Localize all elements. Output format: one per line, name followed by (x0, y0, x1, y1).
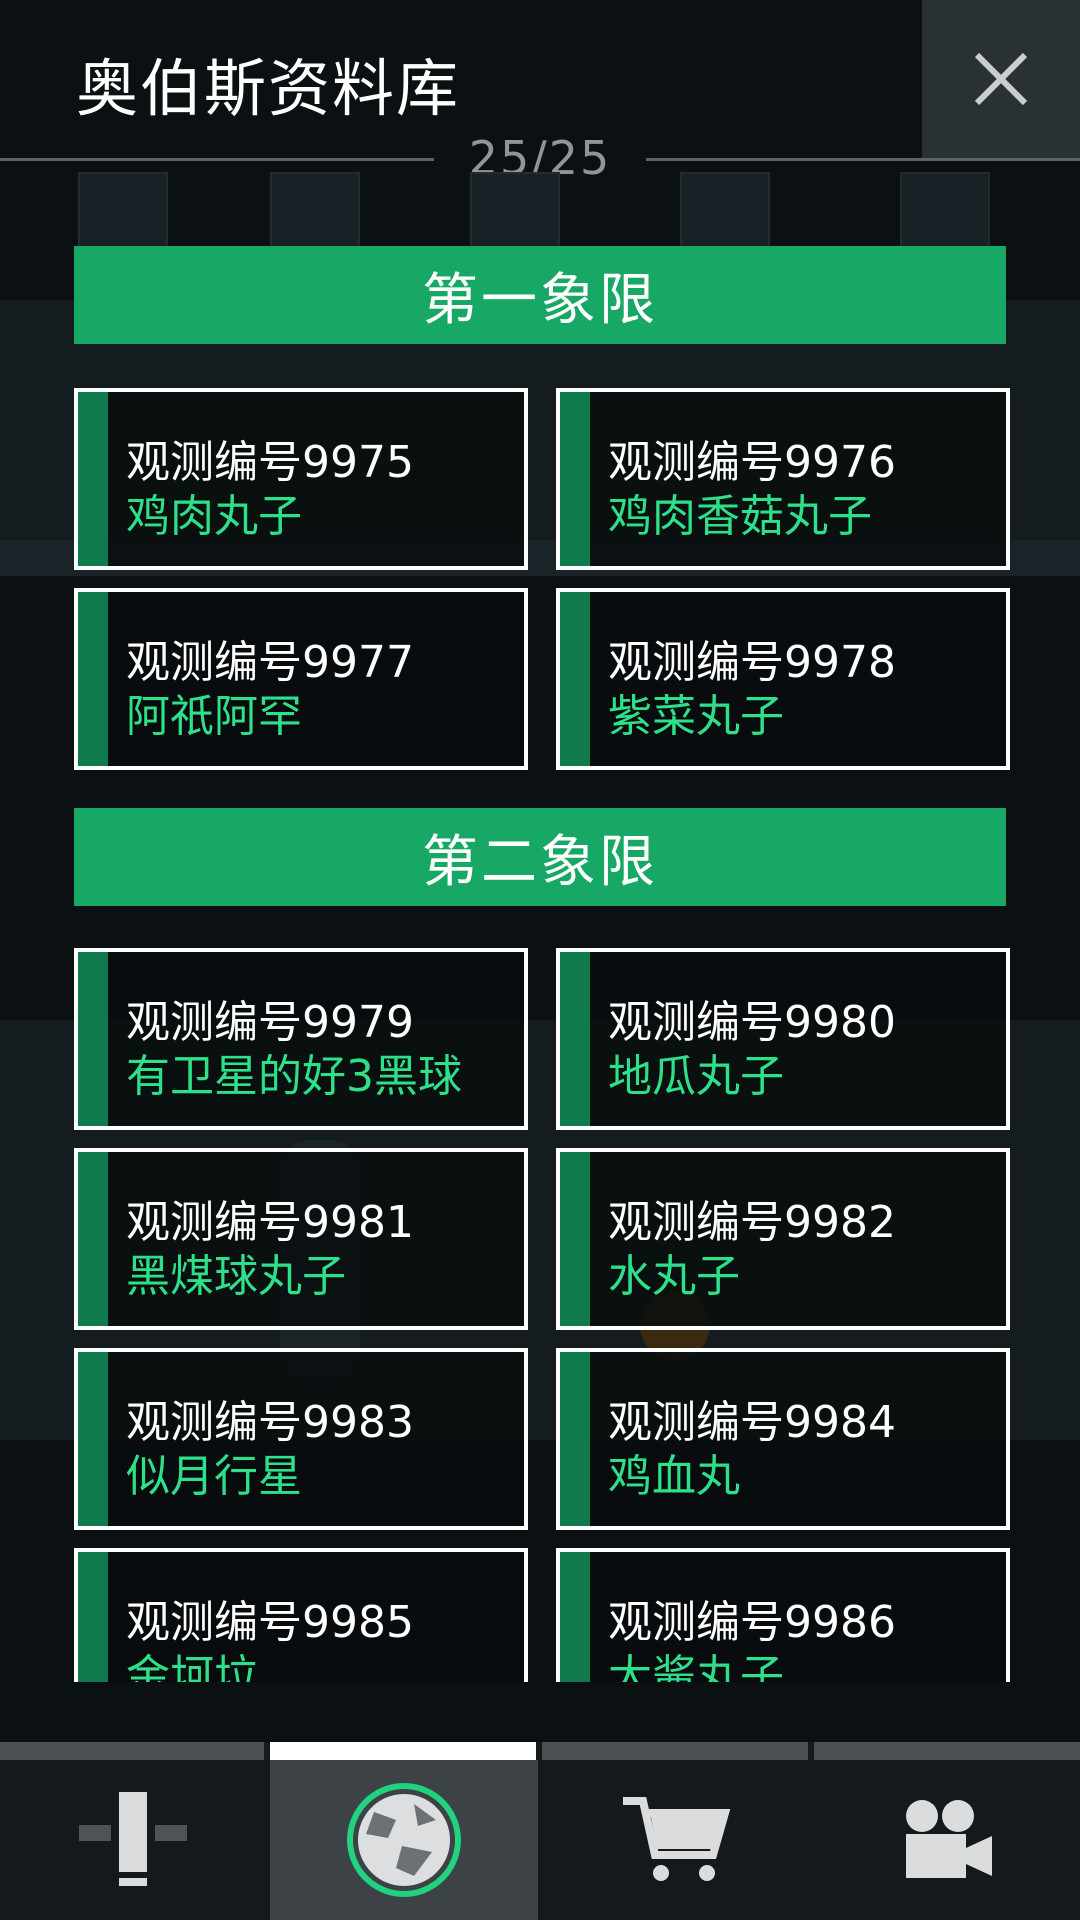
card-accent-bar (560, 1352, 590, 1526)
tab-indicator (542, 1742, 808, 1760)
observation-name: 黑煤球丸子 (126, 1251, 346, 1302)
observation-card[interactable]: 观测编号9983 似月行星 (74, 1348, 528, 1530)
card-accent-bar (78, 1552, 108, 1682)
cart-icon (623, 1797, 731, 1881)
observation-name: 鸡血丸 (608, 1451, 740, 1502)
observation-name: 阿祇阿罕 (126, 691, 302, 742)
tab-telescope[interactable] (0, 1760, 268, 1920)
observation-name: 水丸子 (608, 1251, 740, 1302)
card-accent-bar (78, 592, 108, 766)
section-header-quadrant-2: 第二象限 (74, 808, 1006, 906)
card-accent-bar (560, 392, 590, 566)
page-title: 奥伯斯资料库 (76, 52, 461, 125)
observation-name: 鸡肉丸子 (126, 491, 302, 542)
archive-list[interactable]: 第一象限 观测编号9975 鸡肉丸子 观测编号9976 鸡肉香菇丸子 观测编号9… (0, 246, 1080, 1682)
tab-video[interactable] (814, 1760, 1080, 1920)
card-accent-bar (560, 592, 590, 766)
video-camera-icon (906, 1800, 992, 1878)
tab-planet[interactable] (270, 1760, 538, 1920)
observation-card[interactable]: 观测编号9977 阿祇阿罕 (74, 588, 528, 770)
observation-name: 大酱丸子 (608, 1651, 784, 1682)
observation-name: 紫菜丸子 (608, 691, 784, 742)
observation-card[interactable]: 观测编号9979 有卫星的好3黑球 (74, 948, 528, 1130)
card-accent-bar (560, 952, 590, 1126)
observation-card[interactable]: 观测编号9980 地瓜丸子 (556, 948, 1010, 1130)
card-accent-bar (560, 1552, 590, 1682)
observation-card[interactable]: 观测编号9985 金坷垃 (74, 1548, 528, 1682)
observation-card[interactable]: 观测编号9978 紫菜丸子 (556, 588, 1010, 770)
tab-indicator (814, 1742, 1080, 1760)
card-accent-bar (78, 392, 108, 566)
card-accent-bar (78, 952, 108, 1126)
observation-name: 鸡肉香菇丸子 (608, 491, 872, 542)
planet-icon (347, 1783, 461, 1897)
card-accent-bar (78, 1152, 108, 1326)
tab-indicator (0, 1742, 264, 1760)
observation-name: 有卫星的好3黑球 (126, 1051, 462, 1102)
observation-card[interactable]: 观测编号9976 鸡肉香菇丸子 (556, 388, 1010, 570)
observation-card[interactable]: 观测编号9984 鸡血丸 (556, 1348, 1010, 1530)
observation-card[interactable]: 观测编号9975 鸡肉丸子 (74, 388, 528, 570)
close-icon (974, 52, 1028, 106)
observation-card[interactable]: 观测编号9982 水丸子 (556, 1148, 1010, 1330)
observation-card[interactable]: 观测编号9981 黑煤球丸子 (74, 1148, 528, 1330)
section-header-quadrant-1: 第一象限 (74, 246, 1006, 344)
card-accent-bar (560, 1152, 590, 1326)
tab-indicator-active (270, 1742, 536, 1760)
observation-name: 似月行星 (126, 1451, 302, 1502)
tab-shop[interactable] (542, 1760, 810, 1920)
card-accent-bar (78, 1352, 108, 1526)
telescope-icon (79, 1792, 187, 1886)
observation-name: 地瓜丸子 (608, 1051, 784, 1102)
observation-name: 金坷垃 (126, 1651, 258, 1682)
observation-card[interactable]: 观测编号9986 大酱丸子 (556, 1548, 1010, 1682)
